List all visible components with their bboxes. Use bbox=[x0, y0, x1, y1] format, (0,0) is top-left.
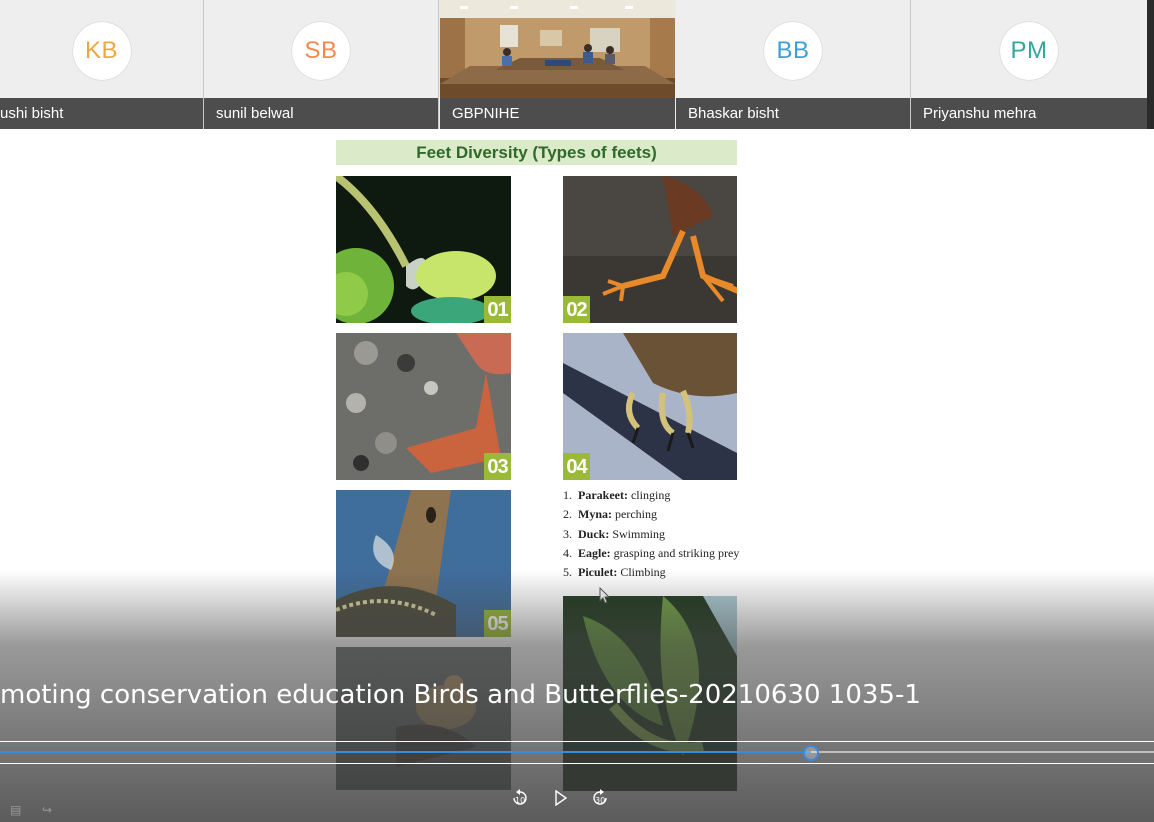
participant-tile[interactable]: KB ushi bisht bbox=[0, 0, 204, 129]
legend-item: 4. Eagle: grasping and striking prey bbox=[563, 546, 763, 565]
participant-name: ushi bisht bbox=[0, 105, 64, 122]
participant-name: GBPNIHE bbox=[452, 105, 520, 122]
participant-name: Bhaskar bisht bbox=[688, 105, 779, 122]
avatar: KB bbox=[72, 22, 131, 80]
legend-type: perching bbox=[615, 507, 657, 522]
strip-edge bbox=[1147, 0, 1154, 129]
participant-tile-video[interactable]: GBPNIHE bbox=[440, 0, 675, 129]
participant-name: Priyanshu mehra bbox=[923, 105, 1037, 122]
photo-myna: 02 bbox=[563, 176, 738, 323]
legend-index: 3. bbox=[563, 526, 572, 541]
slide-title: Feet Diversity (Types of feets) bbox=[336, 140, 737, 165]
forward-30-button[interactable]: 30 bbox=[590, 788, 610, 808]
feet-type-legend: 1. Parakeet: clinging 2. Myna: perching … bbox=[563, 488, 763, 584]
name-bar: ushi bisht bbox=[0, 98, 203, 129]
avatar: BB bbox=[764, 22, 822, 80]
legend-item: 3. Duck: Swimming bbox=[563, 527, 763, 546]
participant-tile[interactable]: SB sunil belwal bbox=[204, 0, 439, 129]
avatar: SB bbox=[292, 22, 350, 80]
legend-type: grasping and striking prey bbox=[613, 545, 740, 560]
participant-strip: KB ushi bisht SB sunil belwal GBPNIHE BB… bbox=[0, 0, 1154, 129]
play-button[interactable] bbox=[551, 788, 571, 808]
legend-bird: Myna: bbox=[578, 507, 612, 522]
photo-piculet: 05 bbox=[336, 490, 511, 637]
progress-thumb[interactable] bbox=[803, 745, 819, 761]
legend-type: clinging bbox=[630, 488, 671, 502]
name-bar: Bhaskar bisht bbox=[676, 98, 910, 129]
legend-index: 2. bbox=[563, 507, 572, 522]
share-icon[interactable]: ↪ bbox=[42, 803, 52, 817]
photo-duck: 03 bbox=[336, 333, 511, 480]
name-bar: GBPNIHE bbox=[440, 98, 675, 129]
track-line-top bbox=[0, 741, 1154, 742]
participant-tile[interactable]: BB Bhaskar bisht bbox=[676, 0, 911, 129]
legend-index: 1. bbox=[563, 488, 572, 502]
name-bar: sunil belwal bbox=[204, 98, 438, 129]
legend-bird: Piculet: bbox=[578, 565, 618, 580]
legend-index: 4. bbox=[563, 545, 572, 560]
participant-tile[interactable]: PM Priyanshu mehra bbox=[911, 0, 1147, 129]
legend-type: Swimming bbox=[612, 526, 666, 541]
legend-item: 1. Parakeet: clinging bbox=[563, 488, 763, 507]
play-icon bbox=[555, 790, 568, 806]
legend-item: 2. Myna: perching bbox=[563, 507, 763, 526]
photo-parakeet: 01 bbox=[336, 176, 511, 323]
photo-eagle: 04 bbox=[563, 333, 738, 480]
legend-index: 5. bbox=[563, 565, 572, 580]
photo-ground-bird bbox=[336, 647, 511, 790]
video-title: moting conservation education Birds and … bbox=[0, 680, 921, 710]
avatar: PM bbox=[1000, 22, 1058, 80]
photo-number: 02 bbox=[563, 296, 590, 323]
forward-label: 30 bbox=[595, 796, 606, 805]
photo-number: 03 bbox=[484, 453, 511, 480]
conference-room-video bbox=[440, 0, 675, 98]
rewind-label: 10 bbox=[515, 796, 526, 805]
photo-number: 01 bbox=[484, 296, 511, 323]
legend-bird: Duck: bbox=[578, 526, 610, 541]
legend-bird: Eagle: bbox=[578, 545, 611, 560]
legend-item: 5. Piculet: Climbing bbox=[563, 565, 763, 584]
photo-number: 05 bbox=[484, 610, 511, 637]
mouse-cursor-icon bbox=[599, 586, 611, 610]
track-line-bottom bbox=[0, 763, 1154, 764]
progress-fill bbox=[0, 751, 811, 753]
legend-bird: Parakeet: bbox=[578, 488, 628, 502]
legend-type: Climbing bbox=[620, 565, 666, 580]
name-bar: Priyanshu mehra bbox=[911, 98, 1147, 129]
captions-icon[interactable]: ▤ bbox=[10, 803, 21, 817]
participant-name: sunil belwal bbox=[216, 105, 294, 122]
photo-number: 04 bbox=[563, 453, 590, 480]
rewind-10-button[interactable]: 10 bbox=[510, 788, 530, 808]
